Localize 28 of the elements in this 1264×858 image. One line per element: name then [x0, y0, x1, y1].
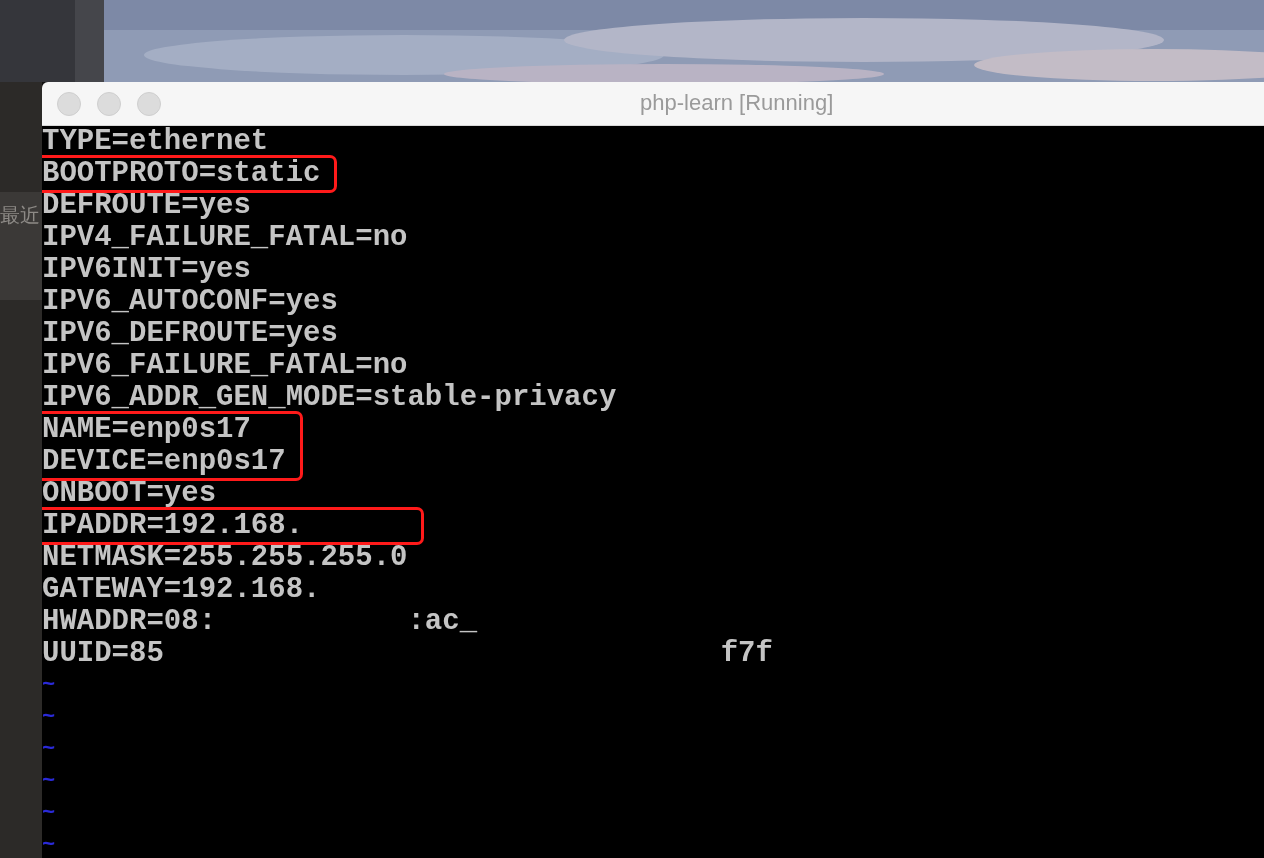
zoom-button[interactable]	[137, 91, 161, 116]
config-line: HWADDR=08: :ac_	[42, 606, 479, 638]
config-line: DEFROUTE=yes	[42, 190, 252, 222]
minimize-button[interactable]	[97, 91, 121, 116]
side-text: 最近	[0, 202, 40, 229]
config-line: NAME=enp0s17	[42, 414, 252, 446]
config-line: ONBOOT=yes	[42, 478, 217, 510]
config-line: DEVICE=enp0s17	[42, 446, 286, 478]
config-line: TYPE=ethernet	[42, 126, 269, 158]
tilde-line: ~	[42, 736, 57, 764]
tilde-line: ~	[42, 832, 57, 858]
config-line: IPV6INIT=yes	[42, 254, 252, 286]
close-button[interactable]	[57, 91, 81, 116]
config-line: IPV6_AUTOCONF=yes	[42, 286, 339, 318]
config-line: GATEWAY=192.168.	[42, 574, 322, 606]
window-title: php-learn [Running]	[640, 90, 834, 116]
tilde-line: ~	[42, 672, 57, 700]
config-line: BOOTPROTO=static	[42, 158, 321, 190]
tilde-line: ~	[42, 704, 57, 732]
config-line: UUID=85 f7f	[42, 638, 773, 670]
config-line: NETMASK=255.255.255.0	[42, 542, 409, 574]
config-line: IPV6_ADDR_GEN_MODE=stable-privacy	[42, 382, 617, 414]
config-line: IPV6_DEFROUTE=yes	[42, 318, 339, 350]
tilde-line: ~	[42, 768, 57, 796]
config-line: IPV4_FAILURE_FATAL=no	[42, 222, 409, 254]
config-line: IPADDR=192.168.	[42, 510, 305, 542]
tilde-line: ~	[42, 800, 57, 828]
config-line: IPV6_FAILURE_FATAL=no	[42, 350, 409, 382]
